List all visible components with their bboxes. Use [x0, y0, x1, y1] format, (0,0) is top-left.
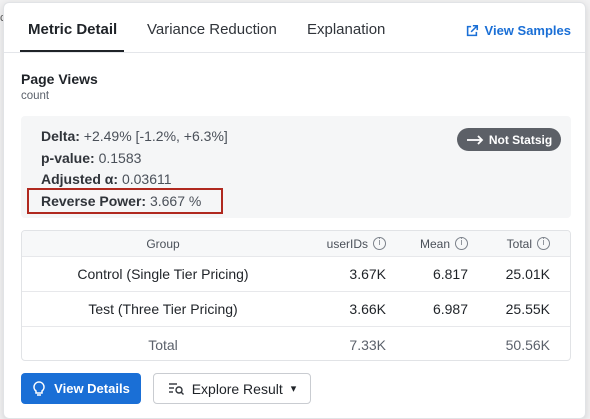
info-icon[interactable]: i	[537, 237, 550, 250]
pvalue-value: 0.1583	[98, 150, 142, 166]
total-cell: 25.01K	[505, 266, 550, 282]
reverse-power-highlight	[27, 188, 223, 214]
pvalue-label: p-value:	[41, 150, 95, 166]
delta-label: Delta:	[41, 128, 80, 144]
chevron-down-icon: ▾	[290, 382, 297, 395]
tab-variance-reduction[interactable]: Variance Reduction	[147, 21, 277, 38]
metric-detail-panel: Metric Detail Variance Reduction Explana…	[3, 2, 586, 419]
not-statsig-badge: Not Statsig	[457, 128, 561, 151]
active-tab-indicator	[20, 50, 124, 52]
tab-bar: Metric Detail Variance Reduction Explana…	[4, 3, 585, 53]
total-cell: 25.55K	[505, 301, 550, 317]
table-total-row: Total 7.33K 50.56K	[22, 327, 570, 360]
column-header-group: Group	[146, 236, 180, 251]
arrow-right-icon	[466, 134, 484, 145]
view-details-label: View Details	[54, 381, 130, 396]
delta-stat: Delta: +2.49% [-1.2%, +6.3%]	[41, 128, 228, 144]
table-row: Control (Single Tier Pricing) 3.67K 6.81…	[22, 257, 570, 292]
metric-subtitle: count	[21, 90, 50, 102]
group-cell: Test (Three Tier Pricing)	[88, 301, 238, 317]
view-samples-label: View Samples	[484, 23, 571, 38]
view-samples-link[interactable]: View Samples	[465, 23, 571, 38]
tab-metric-detail[interactable]: Metric Detail	[28, 21, 117, 38]
delta-value: +2.49% [-1.2%, +6.3%]	[83, 128, 228, 144]
alpha-label: Adjusted α:	[41, 171, 119, 187]
userids-cell: 3.67K	[349, 266, 386, 282]
column-header-userids: userIDs i	[304, 231, 386, 256]
adjusted-alpha-stat: Adjusted α: 0.03611	[41, 171, 172, 187]
results-table: Group userIDs i Mean i Total i Control (Sin…	[21, 230, 571, 361]
mean-cell: 6.987	[432, 301, 468, 317]
info-icon[interactable]: i	[455, 237, 468, 250]
lightbulb-icon	[33, 380, 45, 396]
filter-search-icon	[168, 382, 184, 395]
userids-cell: 7.33K	[349, 336, 386, 353]
view-details-button[interactable]: View Details	[21, 373, 141, 404]
group-cell: Total	[148, 336, 178, 353]
external-link-icon	[466, 24, 478, 36]
mean-cell: 6.817	[432, 266, 468, 282]
table-row: Test (Three Tier Pricing) 3.66K 6.987 25…	[22, 292, 570, 327]
stats-summary: Delta: +2.49% [-1.2%, +6.3%] p-value: 0.…	[21, 116, 571, 218]
pvalue-stat: p-value: 0.1583	[41, 150, 141, 166]
group-cell: Control (Single Tier Pricing)	[77, 266, 249, 282]
explore-result-label: Explore Result	[191, 380, 283, 397]
explore-result-button[interactable]: Explore Result ▾	[153, 373, 311, 404]
tab-explanation[interactable]: Explanation	[307, 21, 385, 38]
userids-cell: 3.66K	[349, 301, 386, 317]
badge-label: Not Statsig	[488, 132, 553, 147]
info-icon[interactable]: i	[373, 237, 386, 250]
alpha-value: 0.03611	[121, 171, 172, 187]
column-header-mean: Mean i	[386, 231, 468, 256]
table-header: Group userIDs i Mean i Total i	[22, 231, 570, 257]
metric-title: Page Views	[21, 71, 98, 87]
column-header-total: Total i	[468, 231, 550, 256]
mean-cell	[386, 327, 468, 360]
total-cell: 50.56K	[505, 336, 550, 353]
